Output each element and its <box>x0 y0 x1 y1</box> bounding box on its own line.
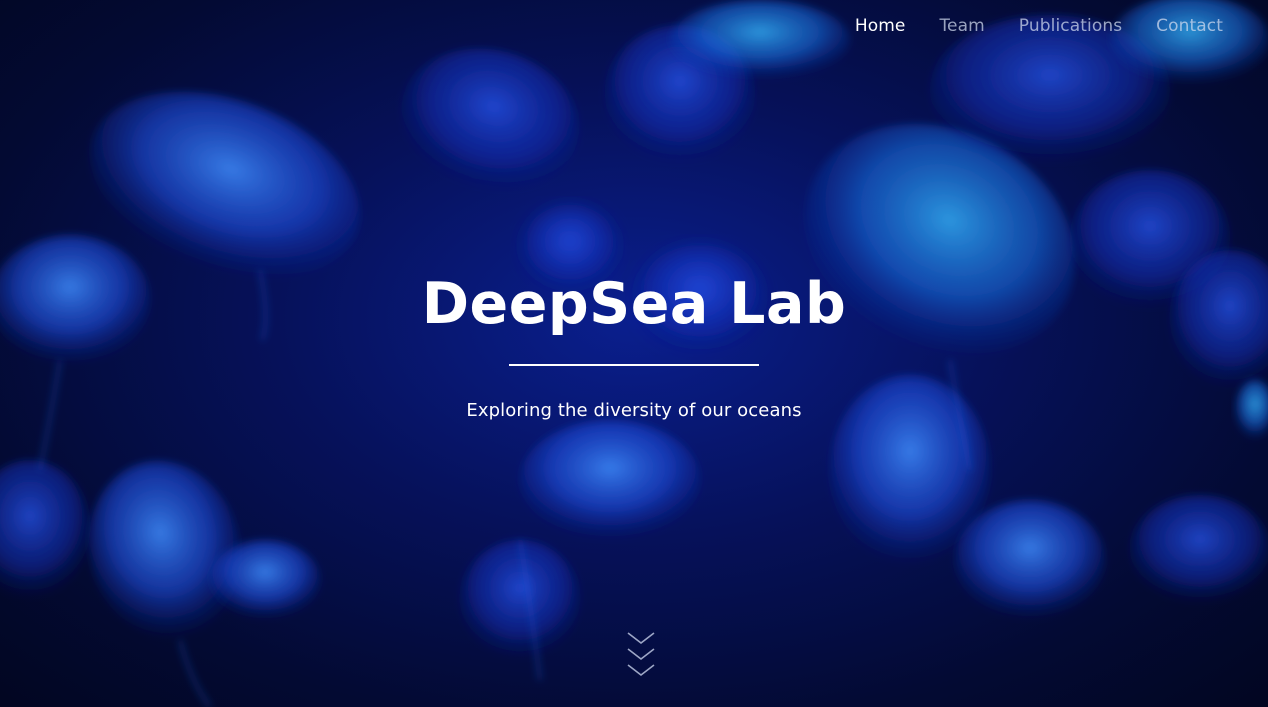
title-divider <box>509 364 759 366</box>
nav-link-publications[interactable]: Publications <box>1002 14 1139 38</box>
hero-section: Home Team Publications Contact DeepSea L… <box>0 0 1268 707</box>
hero-title: DeepSea Lab <box>421 271 847 337</box>
nav-link-team[interactable]: Team <box>922 14 1001 38</box>
main-nav: Home Team Publications Contact <box>838 14 1223 38</box>
triple-chevron-down-icon <box>627 632 655 677</box>
hero-content: DeepSea Lab Exploring the diversity of o… <box>0 266 1268 421</box>
nav-link-home[interactable]: Home <box>838 14 923 38</box>
nav-link-contact[interactable]: Contact <box>1139 14 1223 38</box>
scroll-down-button[interactable] <box>626 630 656 680</box>
hero-subtitle: Exploring the diversity of our oceans <box>466 400 802 421</box>
